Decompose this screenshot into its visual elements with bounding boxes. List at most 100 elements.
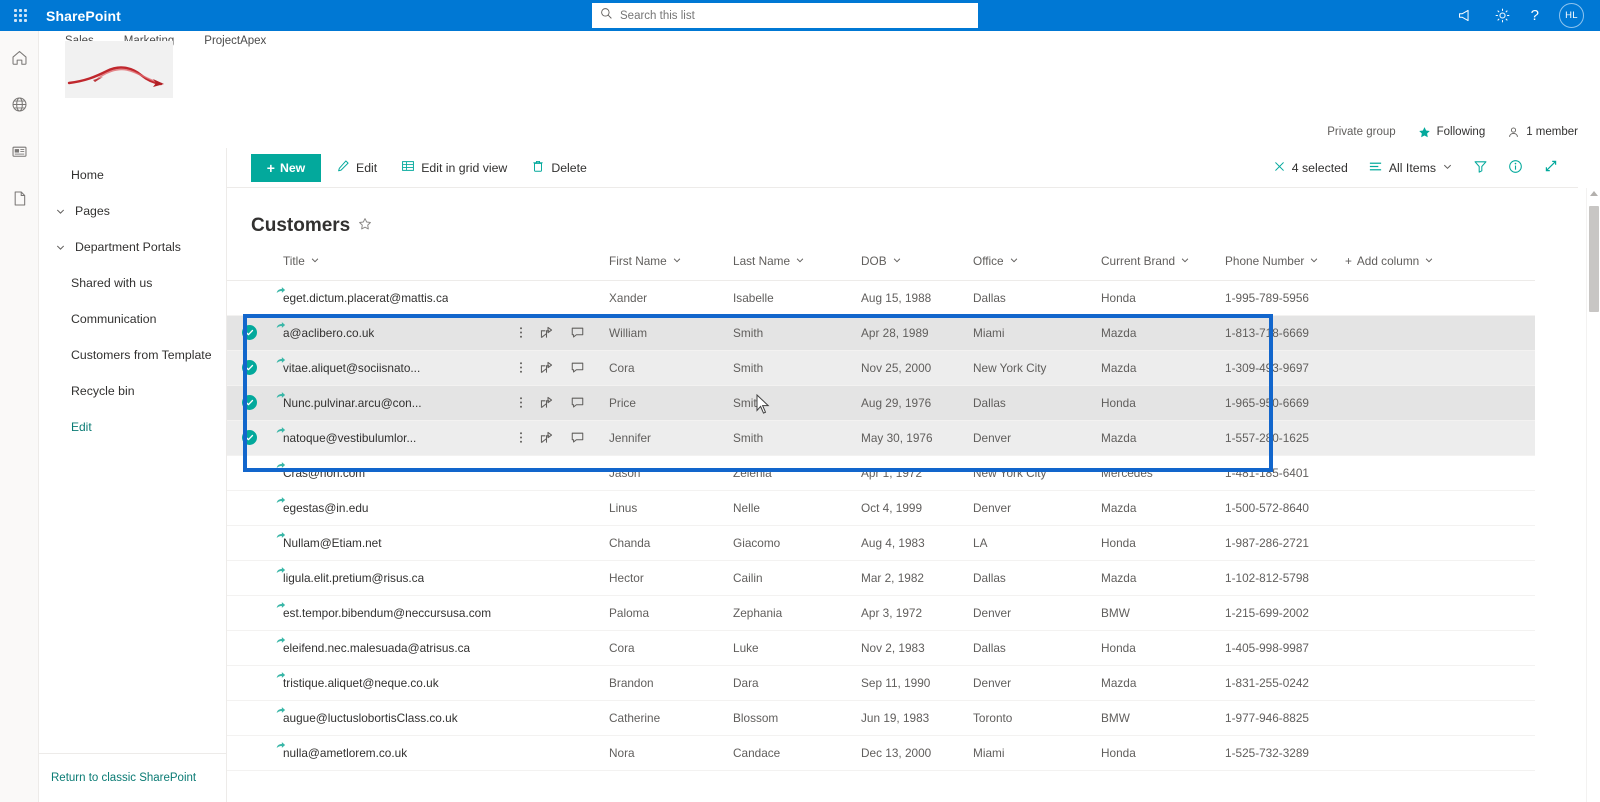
search-input[interactable] <box>620 10 970 22</box>
row-select-cell[interactable] <box>227 700 271 735</box>
row-actions-cell[interactable] <box>519 350 609 385</box>
row-share-icon[interactable] <box>539 500 554 515</box>
edit-in-grid-view-button[interactable]: Edit in grid view <box>392 152 516 184</box>
row-select-cell[interactable] <box>227 315 271 350</box>
column-header-title[interactable]: Title <box>271 242 609 280</box>
edit-button[interactable]: Edit <box>327 152 386 184</box>
row-actions-cell[interactable] <box>519 455 609 490</box>
row-checkbox[interactable] <box>242 430 257 445</box>
sidebar-item-home[interactable]: Home <box>39 157 226 193</box>
row-comment-icon[interactable] <box>570 465 585 480</box>
row-select-cell[interactable] <box>227 420 271 455</box>
row-title-cell[interactable]: augue@luctuslobortisClass.co.uk <box>271 700 519 735</box>
sidebar-item-recycle-bin[interactable]: Recycle bin <box>39 373 226 409</box>
sharepoint-brand-link[interactable]: SharePoint <box>46 8 121 24</box>
row-more-actions-icon[interactable] <box>519 605 523 620</box>
row-select-cell[interactable] <box>227 280 271 315</box>
row-share-icon[interactable] <box>539 395 554 410</box>
megaphone-icon[interactable] <box>1457 7 1474 24</box>
table-row[interactable]: eleifend.nec.malesuada@atrisus.caCoraLuk… <box>227 630 1535 665</box>
row-more-actions-icon[interactable] <box>519 500 523 515</box>
row-title-cell[interactable]: ligula.elit.pretium@risus.ca <box>271 560 519 595</box>
row-checkbox[interactable] <box>242 360 257 375</box>
table-row[interactable]: eget.dictum.placerat@mattis.caXanderIsab… <box>227 280 1535 315</box>
row-share-icon[interactable] <box>539 465 554 480</box>
table-row[interactable]: Cras@non.comJasonZeleniaApr 1, 1972New Y… <box>227 455 1535 490</box>
row-comment-icon[interactable] <box>570 535 585 550</box>
column-header-office[interactable]: Office <box>973 242 1101 280</box>
row-actions-cell[interactable] <box>519 665 609 700</box>
expand-button[interactable] <box>1534 152 1568 184</box>
row-more-actions-icon[interactable] <box>519 360 523 375</box>
row-actions-cell[interactable] <box>519 525 609 560</box>
row-more-actions-icon[interactable] <box>519 535 523 550</box>
row-title-cell[interactable]: vitae.aliquet@sociisnato... <box>271 350 519 385</box>
table-row[interactable]: egestas@in.eduLinusNelleOct 4, 1999Denve… <box>227 490 1535 525</box>
sidebar-edit-nav-button[interactable]: Edit <box>39 409 226 445</box>
row-title-cell[interactable]: eget.dictum.placerat@mattis.ca <box>271 280 519 315</box>
row-actions-cell[interactable] <box>519 560 609 595</box>
row-title-link[interactable]: augue@luctuslobortisClass.co.uk <box>271 711 458 725</box>
row-comment-icon[interactable] <box>570 500 585 515</box>
column-header-current-brand[interactable]: Current Brand <box>1101 242 1225 280</box>
row-title-cell[interactable]: eleifend.nec.malesuada@atrisus.ca <box>271 630 519 665</box>
row-checkbox[interactable] <box>242 325 257 340</box>
row-title-link[interactable]: Nunc.pulvinar.arcu@con... <box>271 396 422 410</box>
sidebar-item-communication[interactable]: Communication <box>39 301 226 337</box>
scroll-up-arrow[interactable] <box>1590 191 1598 196</box>
row-share-icon[interactable] <box>539 640 554 655</box>
row-select-cell[interactable] <box>227 665 271 700</box>
row-select-cell[interactable] <box>227 630 271 665</box>
column-header-phone-number[interactable]: Phone Number <box>1225 242 1345 280</box>
row-comment-icon[interactable] <box>570 290 585 305</box>
chevron-down-icon[interactable] <box>51 242 69 253</box>
members-button[interactable]: 1 member <box>1507 126 1578 139</box>
row-actions-cell[interactable] <box>519 315 609 350</box>
column-header-last-name[interactable]: Last Name <box>733 242 861 280</box>
row-actions-cell[interactable] <box>519 630 609 665</box>
table-row[interactable]: ligula.elit.pretium@risus.caHectorCailin… <box>227 560 1535 595</box>
row-select-cell[interactable] <box>227 385 271 420</box>
row-checkbox[interactable] <box>242 395 257 410</box>
row-comment-icon[interactable] <box>570 675 585 690</box>
row-more-actions-icon[interactable] <box>519 745 523 760</box>
table-row[interactable]: a@aclibero.co.ukWilliamSmithApr 28, 1989… <box>227 315 1535 350</box>
chevron-down-icon[interactable] <box>51 206 69 217</box>
sidebar-item-shared-with-us[interactable]: Shared with us <box>39 265 226 301</box>
row-more-actions-icon[interactable] <box>519 570 523 585</box>
row-title-cell[interactable]: Nunc.pulvinar.arcu@con... <box>271 385 519 420</box>
row-comment-icon[interactable] <box>570 325 585 340</box>
row-actions-cell[interactable] <box>519 280 609 315</box>
row-more-actions-icon[interactable] <box>519 430 523 445</box>
row-select-cell[interactable] <box>227 490 271 525</box>
table-row[interactable]: natoque@vestibulumlor...JenniferSmithMay… <box>227 420 1535 455</box>
column-header-first-name[interactable]: First Name <box>609 242 733 280</box>
row-actions-cell[interactable] <box>519 385 609 420</box>
row-title-link[interactable]: eleifend.nec.malesuada@atrisus.ca <box>271 641 470 655</box>
row-comment-icon[interactable] <box>570 360 585 375</box>
row-comment-icon[interactable] <box>570 640 585 655</box>
row-comment-icon[interactable] <box>570 395 585 410</box>
news-icon[interactable] <box>4 137 34 165</box>
sidebar-item-customers-from-template[interactable]: Customers from Template <box>39 337 226 373</box>
breadcrumb-item-2[interactable]: ProjectApex <box>204 35 266 47</box>
row-more-actions-icon[interactable] <box>519 465 523 480</box>
row-select-cell[interactable] <box>227 525 271 560</box>
row-title-cell[interactable]: Cras@non.com <box>271 455 519 490</box>
table-row[interactable]: Nullam@Etiam.netChandaGiacomoAug 4, 1983… <box>227 525 1535 560</box>
avatar[interactable]: HL <box>1559 3 1584 28</box>
table-row[interactable]: nulla@ametlorem.co.ukNoraCandaceDec 13, … <box>227 735 1535 770</box>
row-actions-cell[interactable] <box>519 595 609 630</box>
row-share-icon[interactable] <box>539 430 554 445</box>
row-share-icon[interactable] <box>539 290 554 305</box>
row-comment-icon[interactable] <box>570 570 585 585</box>
row-comment-icon[interactable] <box>570 605 585 620</box>
add-column-button[interactable]: + Add column <box>1345 242 1535 280</box>
delete-button[interactable]: Delete <box>522 152 596 184</box>
row-comment-icon[interactable] <box>570 745 585 760</box>
row-title-link[interactable]: eget.dictum.placerat@mattis.ca <box>271 291 448 305</box>
row-share-icon[interactable] <box>539 535 554 550</box>
globe-icon[interactable] <box>4 90 34 118</box>
row-more-actions-icon[interactable] <box>519 325 523 340</box>
row-select-cell[interactable] <box>227 455 271 490</box>
